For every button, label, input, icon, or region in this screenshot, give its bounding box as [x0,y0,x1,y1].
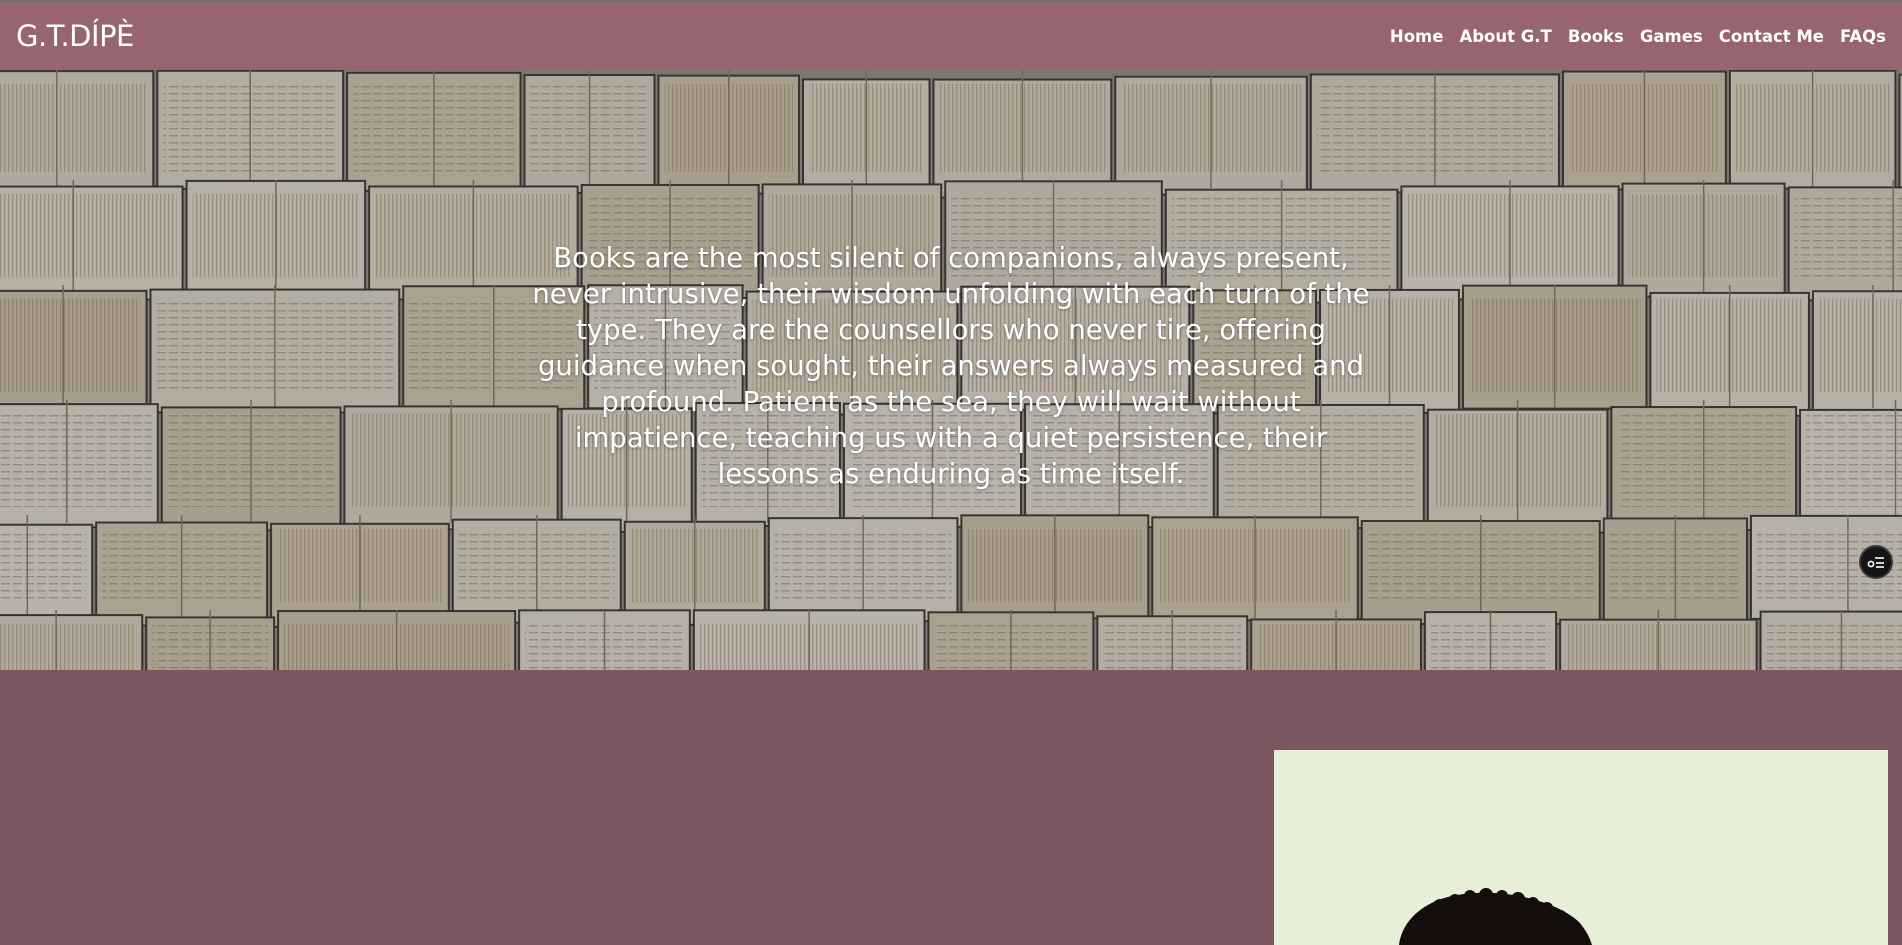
nav-about[interactable]: About G.T [1459,27,1551,46]
about-section [0,670,1902,945]
nav-books[interactable]: Books [1568,27,1624,46]
main-nav: Home About G.T Books Games Contact Me FA… [1374,27,1886,46]
accessibility-menu-button[interactable] [1859,545,1893,579]
author-silhouette [1399,888,1592,945]
hero-banner: Books are the most silent of companions,… [0,70,1902,670]
hero-quote: Books are the most silent of companions,… [532,242,1370,490]
nav-faqs[interactable]: FAQs [1840,27,1886,46]
nav-games[interactable]: Games [1640,27,1703,46]
list-settings-icon [1867,557,1884,568]
nav-home[interactable]: Home [1390,27,1444,46]
author-portrait [1274,750,1888,945]
site-header: G.T.DÍPÈ Home About G.T Books Games Cont… [0,0,1902,70]
site-logo[interactable]: G.T.DÍPÈ [16,19,134,53]
nav-contact[interactable]: Contact Me [1719,27,1824,46]
